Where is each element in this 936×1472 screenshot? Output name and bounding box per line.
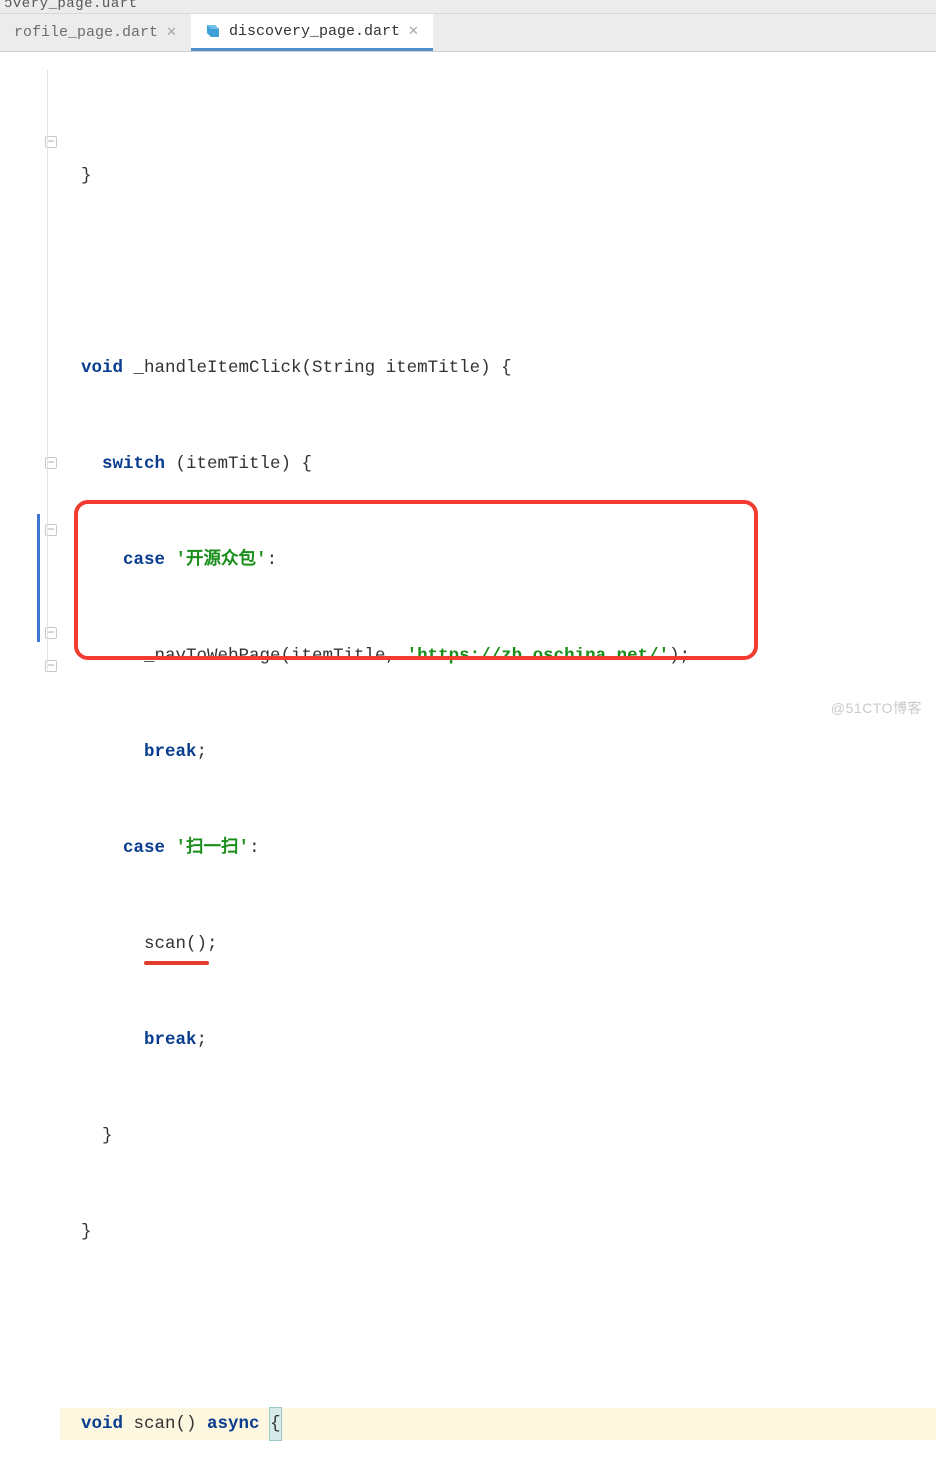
- code-line: void _handleItemClick(String itemTitle) …: [60, 352, 936, 384]
- code-area[interactable]: } void _handleItemClick(String itemTitle…: [60, 52, 936, 736]
- code-line: break;: [60, 736, 936, 768]
- error-underline: scan(): [144, 928, 207, 960]
- code-line: }: [60, 160, 936, 192]
- code-line: case '开源众包':: [60, 544, 936, 576]
- code-line: }: [60, 1120, 936, 1152]
- code-line: break;: [60, 1024, 936, 1056]
- code-line: void scan() async {: [60, 1408, 936, 1440]
- code-line: [60, 1312, 936, 1344]
- close-icon[interactable]: ✕: [166, 25, 177, 40]
- watermark: @51CTO博客: [831, 698, 922, 718]
- tab-label: discovery_page.dart: [229, 23, 400, 40]
- breadcrumb-fragment: ɔvery_page.uart: [0, 0, 936, 14]
- bracket-match: {: [270, 1408, 281, 1440]
- code-line: _navToWebPage(itemTitle, 'https://zb.osc…: [60, 640, 936, 672]
- editor-tabs: rofile_page.dart ✕ discovery_page.dart ✕: [0, 14, 936, 52]
- gutter: [0, 52, 60, 736]
- tab-profile-page[interactable]: rofile_page.dart ✕: [0, 14, 191, 51]
- code-line: scan();: [60, 928, 936, 960]
- code-line: switch (itemTitle) {: [60, 448, 936, 480]
- tab-label: rofile_page.dart: [14, 24, 158, 41]
- indent-guide: [47, 70, 48, 670]
- change-marker: [37, 514, 40, 642]
- close-icon[interactable]: ✕: [408, 24, 419, 39]
- code-line: [60, 256, 936, 288]
- code-line: }: [60, 1216, 936, 1248]
- code-editor[interactable]: } void _handleItemClick(String itemTitle…: [0, 52, 936, 736]
- dart-file-icon: [205, 23, 221, 39]
- tab-discovery-page[interactable]: discovery_page.dart ✕: [191, 14, 433, 51]
- code-line: case '扫一扫':: [60, 832, 936, 864]
